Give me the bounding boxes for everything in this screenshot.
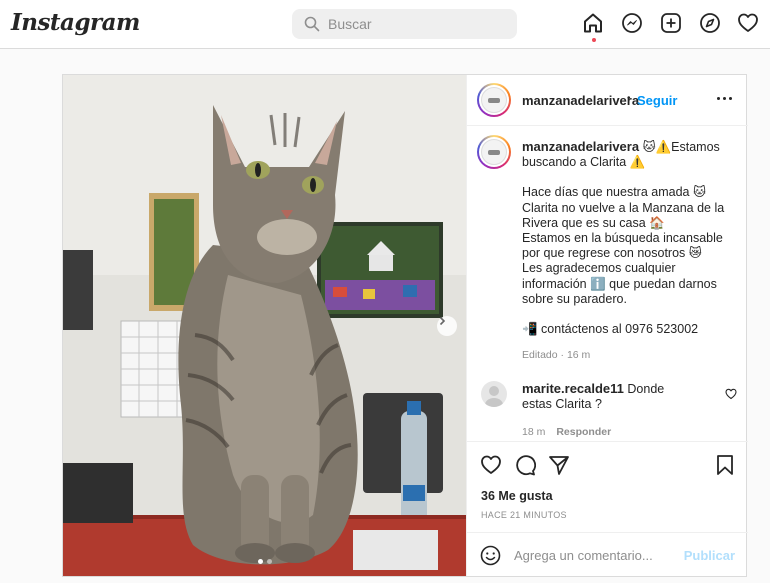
comment-author[interactable]: marite.recalde11: [522, 381, 624, 396]
search-icon: [304, 16, 320, 32]
likes-count[interactable]: 36 Me gusta: [481, 489, 553, 503]
carousel-dot-active: [258, 559, 263, 564]
chevron-right-icon: [439, 316, 446, 326]
post-sidebar: manzanadelarivera • Seguir manzanadelari…: [466, 75, 748, 576]
share-icon[interactable]: [548, 454, 570, 476]
post-photo[interactable]: [63, 75, 466, 576]
caption-body: Hace días que nuestra amada 🐱Clarita no …: [522, 185, 725, 306]
explore-icon[interactable]: [699, 12, 721, 34]
comment-time: 18 m: [522, 426, 546, 438]
comment-meta: 18 m Responder: [522, 426, 611, 438]
add-comment-input[interactable]: [514, 544, 684, 566]
post-author-username[interactable]: manzanadelarivera: [522, 93, 639, 108]
post-timestamp: HACE 21 MINUTOS: [481, 510, 567, 520]
emoji-icon[interactable]: [480, 545, 501, 566]
instagram-logo[interactable]: Instagram: [11, 9, 140, 36]
caption-edited-time: Editado · 16 m: [522, 349, 591, 361]
carousel-next-button[interactable]: [437, 316, 457, 336]
caption-author-avatar[interactable]: [477, 135, 511, 169]
reply-button[interactable]: Responder: [556, 426, 611, 438]
caption-author-username[interactable]: manzanadelarivera: [522, 139, 639, 154]
comment-icon[interactable]: [514, 454, 536, 476]
home-icon[interactable]: [582, 12, 604, 34]
comment: marite.recalde11 Donde estas Clarita ?: [522, 381, 697, 412]
cat-photo-illustration: [63, 75, 466, 576]
commenter-avatar[interactable]: [481, 381, 507, 407]
post-card: manzanadelarivera • Seguir manzanadelari…: [62, 74, 748, 577]
top-navigation-bar: Instagram: [0, 0, 770, 49]
new-post-icon[interactable]: [660, 12, 682, 34]
post-actions-section: 36 Me gusta HACE 21 MINUTOS Publicar: [467, 441, 748, 576]
caption-contact: 📲 contáctenos al 0976 523002: [522, 322, 699, 337]
post-caption: manzanadelarivera 🐱⚠️Estamos buscando a …: [522, 139, 732, 337]
follow-separator: •: [627, 93, 631, 104]
more-options-icon[interactable]: [717, 97, 732, 100]
like-heart-icon[interactable]: [480, 454, 502, 476]
author-avatar[interactable]: [477, 83, 511, 117]
add-comment-bar: Publicar: [467, 532, 748, 577]
comment-like-icon[interactable]: [725, 388, 737, 400]
carousel-dot: [267, 559, 272, 564]
activity-heart-icon[interactable]: [737, 12, 759, 34]
publish-button[interactable]: Publicar: [684, 548, 735, 563]
search-input[interactable]: [328, 9, 508, 39]
follow-button[interactable]: Seguir: [637, 93, 677, 108]
home-notification-dot: [592, 38, 596, 42]
carousel-indicator: [258, 559, 272, 564]
post-header: manzanadelarivera • Seguir: [467, 75, 748, 126]
search-box[interactable]: [292, 9, 517, 39]
save-bookmark-icon[interactable]: [715, 454, 735, 476]
messenger-icon[interactable]: [621, 12, 643, 34]
